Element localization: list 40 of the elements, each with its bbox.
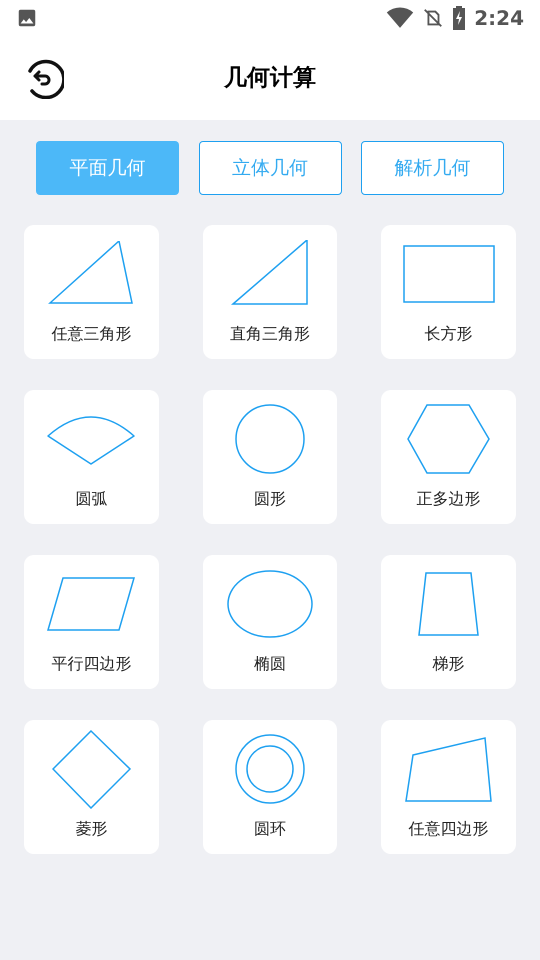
shape-card[interactable]: 平行四边形 [24, 555, 159, 689]
shape-card[interactable]: 长方形 [381, 225, 516, 359]
shape-label: 圆环 [254, 818, 286, 840]
rhombus-icon [52, 730, 131, 808]
shape-card[interactable]: 正多边形 [381, 390, 516, 524]
battery-icon [452, 6, 466, 30]
shape-card[interactable]: 圆形 [202, 390, 338, 524]
shape-card[interactable]: 菱形 [24, 720, 159, 854]
shape-card[interactable]: 椭圆 [202, 555, 338, 689]
ring-icon [234, 734, 305, 804]
right-triangle-icon [228, 240, 311, 308]
shape-label: 圆形 [254, 488, 286, 510]
shape-card[interactable]: 直角三角形 [202, 225, 338, 359]
quadrilateral-icon [405, 736, 492, 802]
image-icon [16, 7, 38, 29]
rectangle-icon [402, 245, 495, 303]
shape-card[interactable]: 圆环 [202, 720, 338, 854]
status-time: 2:24 [474, 5, 524, 32]
shape-label: 椭圆 [254, 653, 286, 675]
hexagon-icon [406, 404, 492, 474]
shape-label: 梯形 [432, 653, 465, 675]
trapezoid-icon [418, 572, 480, 636]
shape-card[interactable]: 任意四边形 [381, 720, 516, 854]
circle-icon [234, 404, 305, 474]
shape-card[interactable]: 圆弧 [24, 390, 159, 524]
shape-label: 正多边形 [416, 488, 481, 510]
shape-label: 菱形 [75, 818, 108, 840]
shape-label: 直角三角形 [230, 323, 310, 345]
ellipse-icon [226, 570, 313, 638]
shape-label: 任意三角形 [51, 323, 132, 345]
shape-label: 平行四边形 [51, 653, 132, 675]
shape-label: 长方形 [424, 323, 473, 345]
wifi-icon [386, 7, 414, 29]
parallelogram-icon [47, 577, 136, 631]
shape-label: 任意四边形 [408, 818, 489, 840]
shape-label: 圆弧 [75, 488, 108, 510]
shape-card[interactable]: 任意三角形 [24, 225, 159, 359]
page-title: 几何计算 [224, 64, 316, 93]
shape-card[interactable]: 梯形 [381, 555, 516, 689]
no-sim-icon [422, 7, 444, 29]
